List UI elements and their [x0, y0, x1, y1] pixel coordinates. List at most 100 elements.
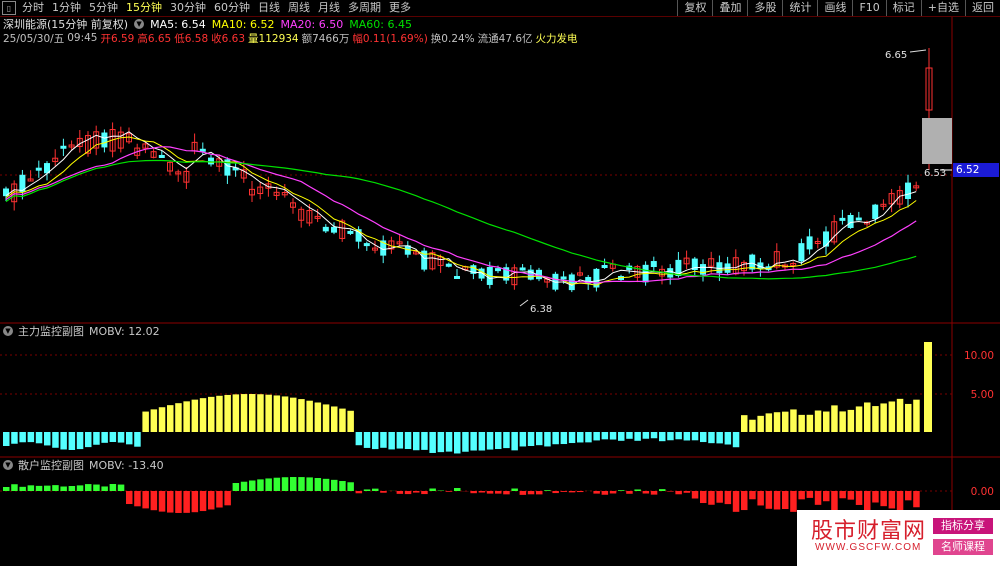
retail-bar: [478, 491, 486, 493]
main-force-bar: [552, 432, 559, 445]
watermark: 股市财富网 WWW.GSCFW.COM 指标分享 名师课程: [797, 510, 1000, 566]
panel-settings-icon[interactable]: ▼: [3, 460, 13, 470]
toolbar-button-5[interactable]: F10: [852, 0, 885, 16]
toolbar-button-3[interactable]: 统计: [782, 0, 817, 16]
candle-body: [331, 226, 337, 233]
high-annotation: 6.65: [885, 50, 907, 61]
main-force-bar: [224, 394, 231, 432]
main-force-bar: [158, 407, 166, 432]
tag-master-course[interactable]: 名师课程: [933, 539, 993, 555]
main-force-bar: [470, 432, 477, 451]
retail-bar: [232, 483, 240, 491]
retail-bar: [216, 491, 223, 508]
tab-1[interactable]: 1分钟: [48, 0, 85, 16]
title-line: 深圳能源(15分钟 前复权) ▼ MA5: 6.54 MA10: 6.52 MA…: [3, 17, 412, 32]
tab-6[interactable]: 日线: [254, 0, 284, 16]
retail-bar: [691, 491, 699, 499]
toolbar-button-7[interactable]: +自选: [920, 0, 965, 16]
main-force-bar: [126, 432, 133, 445]
candle-body: [101, 132, 108, 148]
menu-icon[interactable]: ▯: [2, 1, 16, 15]
main-force-bar: [232, 394, 240, 432]
toolbar-button-2[interactable]: 多股: [747, 0, 782, 16]
retail-bar: [3, 487, 10, 491]
retail-bar: [749, 491, 756, 500]
toolbar-button-1[interactable]: 叠加: [712, 0, 747, 16]
retail-bar: [626, 491, 633, 494]
tab-4[interactable]: 30分钟: [166, 0, 210, 16]
retail-bar: [831, 491, 838, 512]
y-tick: 10.00: [963, 350, 994, 362]
y-tick: 0.00: [970, 486, 994, 498]
main-force-bar: [511, 432, 518, 451]
main-force-bar: [765, 413, 773, 432]
candle-body: [454, 275, 460, 279]
candle-body: [650, 261, 657, 268]
retail-bar: [126, 491, 133, 505]
main-force-bar: [331, 406, 338, 432]
candle-body: [568, 274, 575, 291]
retail-bar: [68, 486, 76, 491]
main-force-bar: [609, 432, 617, 440]
ma5-label: MA5: 6.54: [150, 17, 206, 31]
main-force-bar: [478, 432, 486, 451]
tab-2[interactable]: 5分钟: [85, 0, 122, 16]
toolbar-button-0[interactable]: 复权: [677, 0, 712, 16]
main-force-bar: [199, 398, 207, 432]
main-force-title[interactable]: 主力监控副图: [18, 323, 84, 339]
toolbar-button-4[interactable]: 画线: [817, 0, 852, 16]
ma-settings-icon[interactable]: ▼: [134, 19, 145, 29]
tag-indicator-share[interactable]: 指标分享: [933, 518, 993, 534]
candle-body: [601, 264, 608, 268]
retail-bar: [905, 491, 912, 501]
main-force-bar: [880, 403, 887, 432]
main-force-bar: [208, 396, 215, 432]
retail-bar: [667, 491, 674, 492]
main-force-bar: [519, 432, 527, 447]
tab-5[interactable]: 60分钟: [210, 0, 254, 16]
main-force-bar: [888, 401, 896, 432]
main-force-bar: [60, 432, 67, 450]
retail-bar: [44, 485, 51, 491]
retail-bar: [52, 485, 59, 491]
retail-bar: [609, 491, 617, 494]
candle-body: [363, 243, 370, 247]
retail-bar: [741, 491, 748, 511]
kline-chart[interactable]: 6.65 6.38 6.53: [0, 0, 1000, 566]
turnover-label: 换0.24%: [430, 32, 475, 45]
retail-bar: [167, 491, 174, 513]
tab-9[interactable]: 多周期: [344, 0, 385, 16]
toolbar-button-8[interactable]: 返回: [965, 0, 1000, 16]
retail-bar: [683, 491, 691, 493]
retail-bar: [150, 491, 158, 511]
sector-label[interactable]: 火力发电: [536, 31, 578, 46]
main-force-bar: [749, 419, 756, 432]
retail-bar: [732, 491, 740, 512]
tab-8[interactable]: 月线: [314, 0, 344, 16]
ma10-label: MA10: 6.52: [211, 17, 275, 31]
retail-bar: [650, 491, 658, 495]
main-force-bar: [454, 432, 461, 454]
retail-bar: [544, 490, 551, 491]
amount-label: 额7466万: [301, 32, 350, 45]
retail-bar: [363, 489, 371, 491]
retail-title[interactable]: 散户监控副图: [18, 457, 84, 473]
main-force-bar: [823, 411, 830, 432]
main-force-bar: [618, 432, 625, 441]
retail-bar: [527, 491, 535, 495]
main-force-bar: [544, 432, 551, 447]
retail-bar: [503, 491, 510, 495]
main-force-bar: [634, 432, 641, 441]
main-force-bar: [175, 403, 182, 432]
tab-7[interactable]: 周线: [284, 0, 314, 16]
candle-body: [839, 217, 846, 221]
toolbar-button-6[interactable]: 标记: [885, 0, 921, 16]
tab-3[interactable]: 15分钟: [122, 0, 166, 16]
tab-0[interactable]: 分时: [18, 0, 48, 16]
retail-bar: [109, 484, 117, 491]
tab-10[interactable]: 更多: [385, 0, 415, 16]
panel-settings-icon[interactable]: ▼: [3, 326, 13, 336]
date-label: 25/05/30/五: [3, 32, 65, 45]
retail-bar: [281, 477, 289, 491]
main-force-bar: [872, 406, 879, 432]
